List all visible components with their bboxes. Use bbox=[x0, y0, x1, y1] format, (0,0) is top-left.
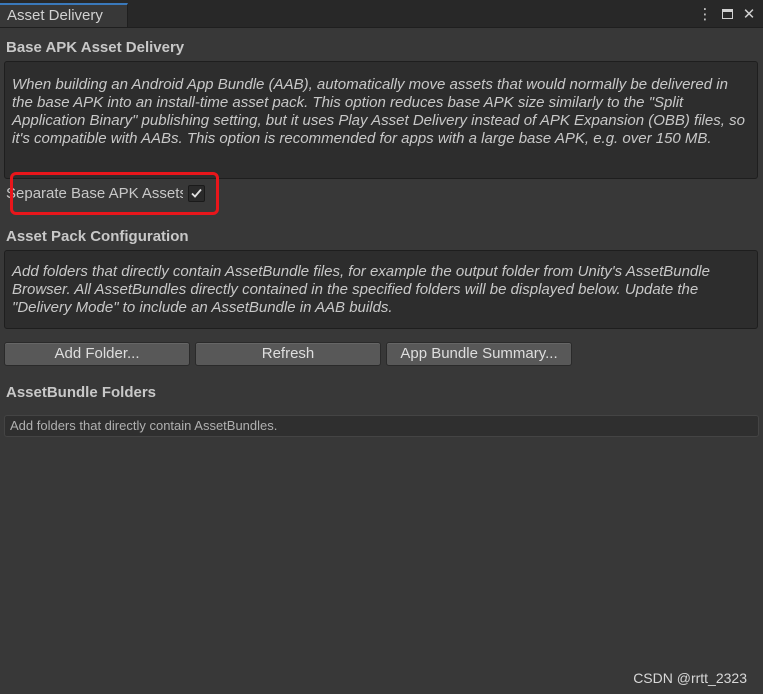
app-bundle-summary-button[interactable]: App Bundle Summary... bbox=[386, 342, 572, 366]
watermark: CSDN @rrtt_2323 bbox=[633, 670, 747, 686]
checkmark-icon bbox=[191, 188, 202, 198]
close-icon[interactable]: ✕ bbox=[741, 5, 757, 23]
tab-asset-delivery[interactable]: Asset Delivery bbox=[0, 3, 128, 27]
add-folder-button[interactable]: Add Folder... bbox=[4, 342, 190, 366]
separate-base-apk-assets-checkbox[interactable] bbox=[188, 184, 205, 202]
section-title-base-apk: Base APK Asset Delivery bbox=[6, 39, 185, 56]
section-title-asset-pack: Asset Pack Configuration bbox=[6, 228, 189, 245]
section-title-assetbundle-folders: AssetBundle Folders bbox=[6, 384, 157, 401]
kebab-menu-icon[interactable]: ⋮ bbox=[697, 5, 713, 23]
refresh-button[interactable]: Refresh bbox=[195, 342, 381, 366]
maximize-icon[interactable] bbox=[719, 5, 735, 23]
assetbundle-folders-empty-message: Add folders that directly contain AssetB… bbox=[4, 415, 759, 437]
help-box-base-apk: When building an Android App Bundle (AAB… bbox=[4, 61, 758, 179]
separate-base-apk-assets-row: Separate Base APK Assets bbox=[6, 183, 205, 203]
window-titlebar: Asset Delivery ⋮ ✕ bbox=[0, 0, 763, 28]
separate-base-apk-assets-label: Separate Base APK Assets bbox=[6, 184, 183, 202]
window-controls: ⋮ ✕ bbox=[697, 4, 757, 24]
help-box-asset-pack: Add folders that directly contain AssetB… bbox=[4, 250, 758, 329]
